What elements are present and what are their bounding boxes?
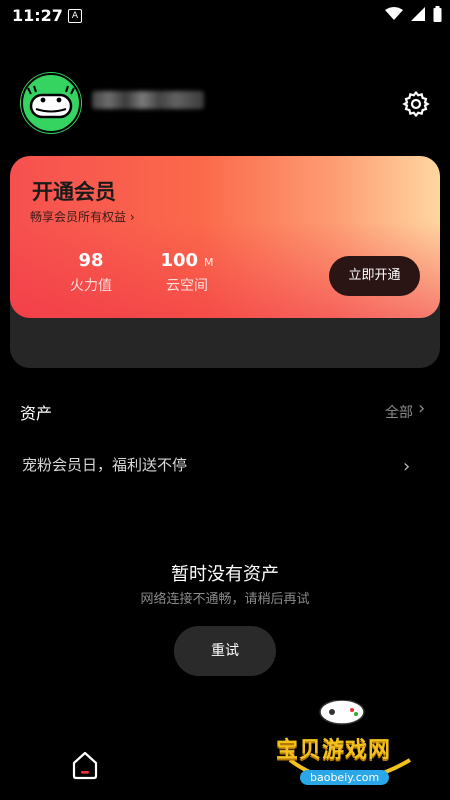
status-bar: 11:27 A [0,0,450,32]
wifi-icon [385,7,403,20]
retry-button[interactable]: 重试 [174,626,276,676]
username-blurred [92,91,204,109]
a-badge-icon: A [68,9,82,23]
home-icon [72,751,98,780]
assets-title: 资产 [20,404,53,423]
promo-text: 宠粉会员日，福利送不停 [22,456,188,474]
stat-value: 100 [160,250,199,271]
stat-cloud-space: 100 M 云空间 [142,250,232,295]
gear-icon [402,90,430,118]
stat-value: 98 [78,250,104,271]
nav-home[interactable] [68,748,102,782]
vip-subtitle[interactable]: 畅享会员所有权益 › [30,208,135,225]
chevron-right-icon[interactable]: › [418,398,425,419]
status-time: 11:27 [12,6,63,25]
vip-section: 宠粉会员日，福利送不停 › 开通会员 畅享会员所有权益 › 98 火力值 100… [10,156,440,477]
chevron-right-icon: › [403,456,411,477]
chevron-right-icon: › [129,210,135,224]
vip-title: 开通会员 [32,180,116,204]
vip-card[interactable]: 开通会员 畅享会员所有权益 › 98 火力值 100 M 云空间 立即开通 [10,156,440,318]
stat-firepower: 98 火力值 [46,250,136,295]
battery-icon [433,6,442,22]
signal-icon [411,7,425,21]
settings-button[interactable] [402,90,430,118]
watermark-text: 宝贝游戏网 [276,738,392,763]
empty-state-subtitle: 网络连接不通畅，请稍后再试 [140,592,310,607]
empty-state-title: 暂时没有资产 [171,564,279,585]
stat-label: 火力值 [70,278,112,294]
stat-label: 云空间 [166,278,208,294]
watermark-url: baobeiy.com [300,770,390,785]
avatar[interactable] [20,72,82,134]
system-icons [385,6,442,22]
stat-unit: M [204,256,214,269]
activate-vip-button[interactable]: 立即开通 [329,256,420,296]
view-all-link[interactable]: 全部 [385,402,413,422]
vip-subtitle-text: 畅享会员所有权益 [30,210,127,224]
smiling-face-avatar-icon [21,73,81,133]
